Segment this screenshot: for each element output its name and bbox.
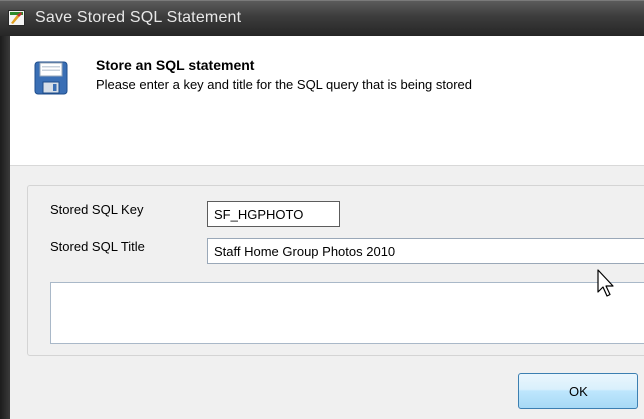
stored-sql-title-input[interactable] <box>207 238 644 264</box>
header-description: Please enter a key and title for the SQL… <box>96 77 473 92</box>
window-title: Save Stored SQL Statement <box>35 9 242 26</box>
sql-details-group: Stored SQL Key Stored SQL Title <box>27 185 644 356</box>
save-stored-sql-dialog: Save Stored SQL Statement Store an SQL s… <box>0 0 644 419</box>
dialog-client: Store an SQL statement Please enter a ke… <box>10 36 644 419</box>
ok-button[interactable]: OK <box>518 373 638 409</box>
title-bar[interactable]: Save Stored SQL Statement <box>0 0 644 36</box>
ok-button-label: OK <box>569 384 588 399</box>
dialog-body: Stored SQL Key Stored SQL Title OK <box>10 166 644 419</box>
header-title: Store an SQL statement <box>96 57 255 73</box>
sql-app-icon <box>8 10 25 26</box>
stored-sql-key-label: Stored SQL Key <box>50 202 144 217</box>
save-floppy-icon <box>34 61 68 95</box>
stored-sql-key-input[interactable] <box>207 201 340 227</box>
sql-description-memo[interactable] <box>50 282 644 344</box>
stored-sql-title-label: Stored SQL Title <box>50 239 145 254</box>
window-frame <box>0 36 10 419</box>
